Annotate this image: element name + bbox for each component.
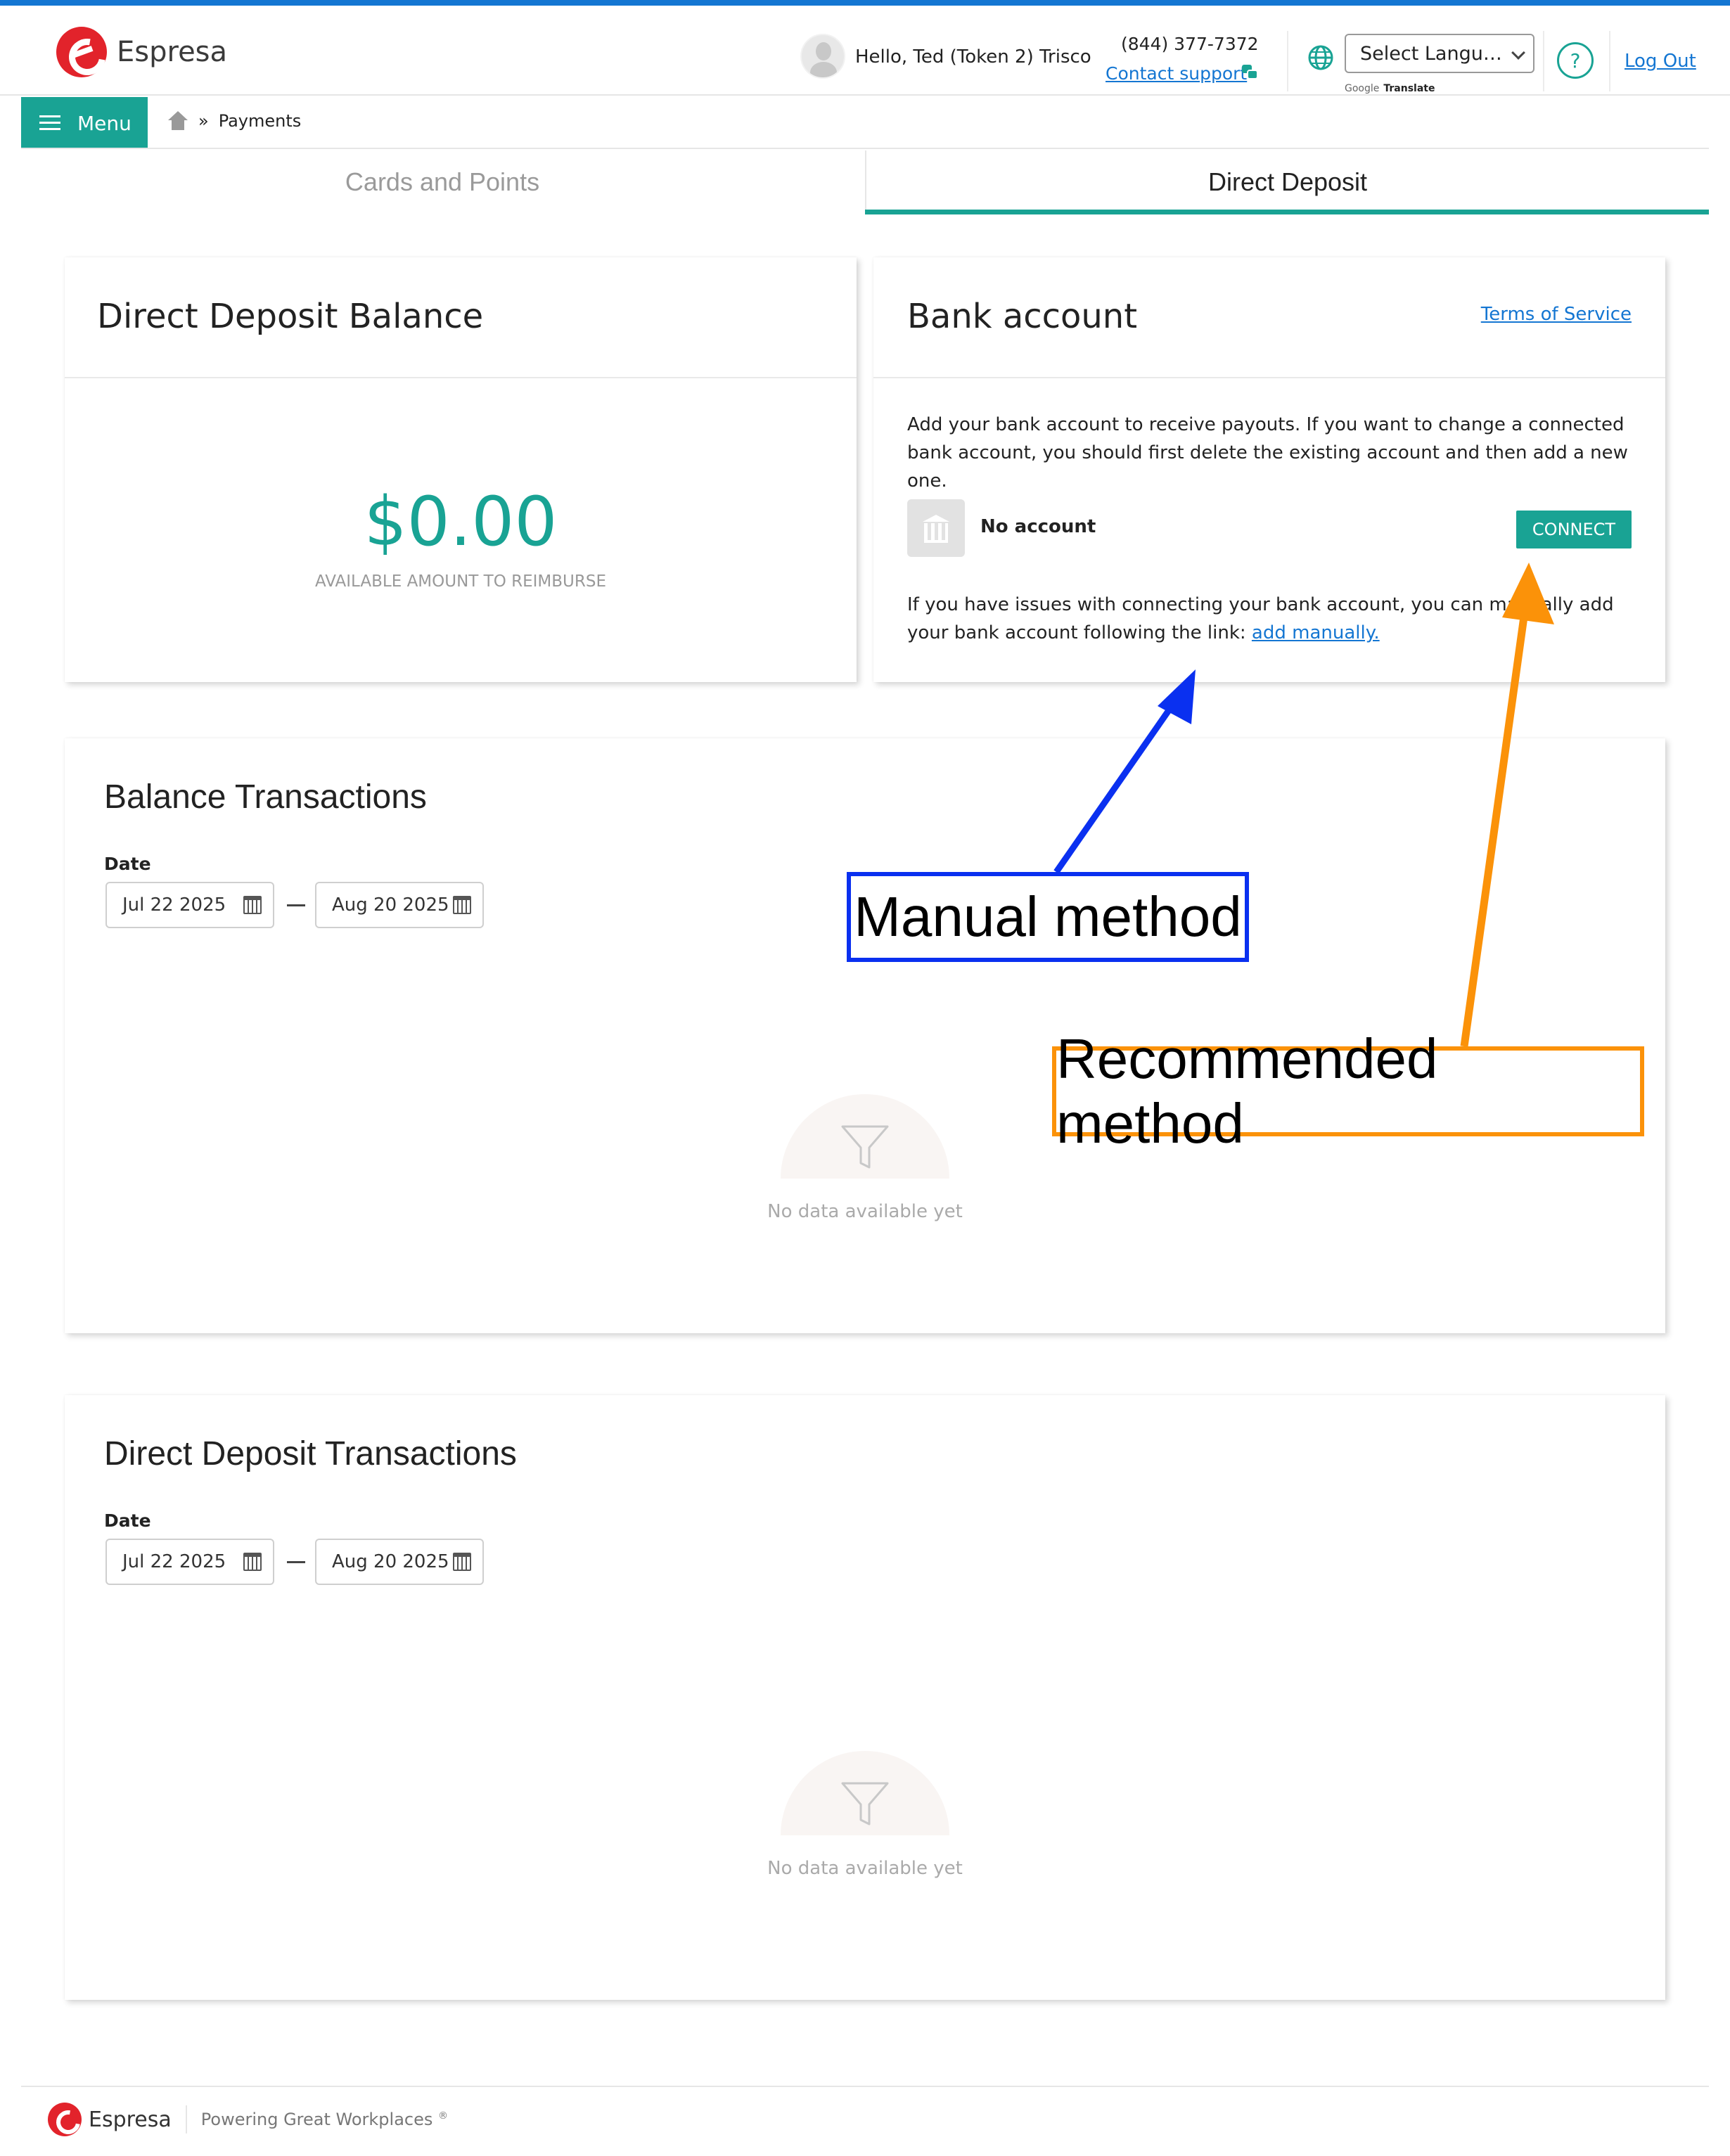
filter-icon: [841, 1125, 889, 1169]
logout-link[interactable]: Log Out: [1625, 51, 1696, 72]
menu-label: Menu: [77, 111, 132, 135]
date-from-input[interactable]: Jul 22 2025: [105, 1539, 274, 1585]
balance-amount: $0.00: [364, 482, 558, 561]
avatar[interactable]: [800, 34, 845, 79]
account-status: No account: [980, 516, 1096, 537]
date-to-value: Aug 20 2025: [332, 1551, 449, 1572]
footer-divider: [185, 2105, 187, 2133]
date-from-value: Jul 22 2025: [122, 1551, 226, 1572]
espresa-logo-icon: [48, 2103, 82, 2136]
manual-method-annotation: Manual method: [847, 872, 1249, 962]
breadcrumb-separator: »: [198, 111, 209, 131]
date-from-value: Jul 22 2025: [122, 894, 226, 916]
header-divider: [1287, 31, 1288, 91]
date-to-input[interactable]: Aug 20 2025: [315, 882, 484, 928]
terms-of-service-link[interactable]: Terms of Service: [1481, 304, 1632, 325]
brand-logo[interactable]: Espresa: [56, 27, 227, 77]
language-select[interactable]: Select Langu…: [1345, 34, 1534, 73]
empty-state-text: No data available yet: [767, 1858, 963, 1879]
date-range-dash: [287, 1561, 305, 1563]
add-manually-link[interactable]: add manually.: [1252, 622, 1380, 643]
bank-issue-text: If you have issues with connecting your …: [907, 591, 1653, 647]
chevron-down-icon: [1511, 46, 1525, 60]
top-accent-bar: [0, 0, 1730, 6]
calendar-icon[interactable]: [243, 1553, 262, 1571]
date-to-input[interactable]: Aug 20 2025: [315, 1539, 484, 1585]
date-from-input[interactable]: Jul 22 2025: [105, 882, 274, 928]
bank-account-card: Bank account Terms of Service Add your b…: [873, 257, 1665, 682]
footer-brand: Espresa: [89, 2107, 172, 2132]
header-divider: [1543, 31, 1544, 91]
filter-icon: [841, 1782, 889, 1825]
divider: [21, 2086, 1709, 2087]
header: Espresa Hello, Ted (Token 2) Trisco (844…: [0, 6, 1730, 96]
google-label: Google: [1345, 83, 1380, 94]
date-label: Date: [104, 1510, 151, 1531]
divider: [873, 377, 1665, 378]
help-button[interactable]: ?: [1557, 42, 1594, 79]
user-greeting: Hello, Ted (Token 2) Trisco: [855, 46, 1091, 68]
date-label: Date: [104, 854, 151, 874]
header-divider: [1609, 31, 1610, 91]
bank-description: Add your bank account to receive payouts…: [907, 414, 1628, 492]
footer-tagline-text: Powering Great Workplaces: [200, 2110, 433, 2129]
calendar-icon[interactable]: [243, 896, 262, 914]
divider: [21, 148, 1709, 149]
balance-card: Direct Deposit Balance $0.00 AVAILABLE A…: [65, 257, 857, 682]
bank-icon: [907, 499, 965, 557]
support-phone: (844) 377-7372: [1121, 34, 1259, 54]
contact-support-link[interactable]: Contact support: [1106, 63, 1247, 84]
date-range-dash: [287, 904, 305, 906]
footer: Espresa Powering Great Workplaces ®: [48, 2103, 448, 2136]
breadcrumb-current: Payments: [218, 111, 302, 131]
footer-tagline: Powering Great Workplaces ®: [201, 2110, 448, 2129]
active-tab-indicator: [865, 210, 1709, 214]
empty-state-text: No data available yet: [767, 1201, 963, 1222]
translate-label: Translate: [1383, 83, 1435, 94]
globe-icon: [1308, 45, 1333, 70]
calendar-icon[interactable]: [453, 1553, 471, 1571]
home-icon[interactable]: [167, 111, 188, 131]
recommended-method-annotation: Recommended method: [1052, 1027, 1644, 1155]
chat-icon[interactable]: [1241, 63, 1259, 82]
menu-button[interactable]: Menu: [21, 97, 148, 149]
deposit-transactions-title: Direct Deposit Transactions: [104, 1435, 517, 1472]
date-to-value: Aug 20 2025: [332, 894, 449, 916]
balance-transactions-title: Balance Transactions: [104, 778, 427, 816]
bank-card-title: Bank account: [907, 297, 1138, 336]
espresa-logo-icon: [56, 27, 107, 77]
registered-mark: ®: [438, 2110, 449, 2122]
language-select-value: Select Langu…: [1360, 42, 1502, 65]
tab-cards-and-points[interactable]: Cards and Points: [21, 150, 864, 214]
balance-subtitle: AVAILABLE AMOUNT TO REIMBURSE: [315, 572, 606, 591]
deposit-transactions-card: Direct Deposit Transactions Date Jul 22 …: [65, 1395, 1665, 2000]
balance-card-title: Direct Deposit Balance: [97, 297, 484, 336]
hamburger-icon: [39, 115, 60, 131]
brand-name: Espresa: [117, 36, 228, 68]
connect-button[interactable]: CONNECT: [1516, 511, 1632, 548]
calendar-icon[interactable]: [453, 896, 471, 914]
tab-direct-deposit[interactable]: Direct Deposit: [865, 150, 1709, 214]
google-translate-credit: Google Translate: [1345, 83, 1435, 94]
divider: [65, 377, 857, 378]
breadcrumb: » Payments: [167, 111, 301, 131]
